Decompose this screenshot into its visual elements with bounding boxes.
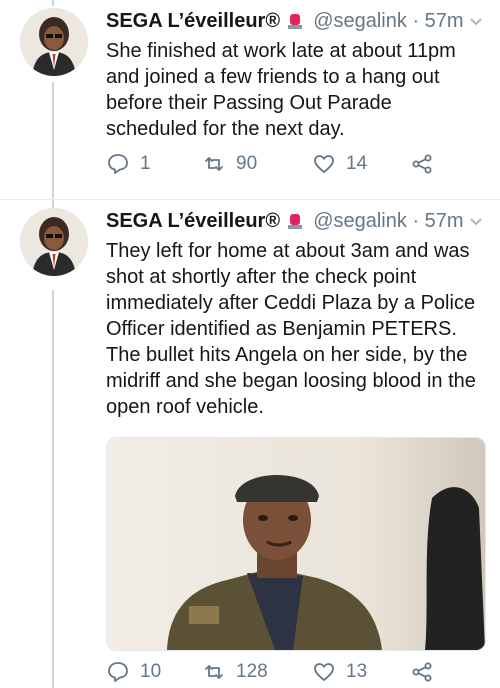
tweet-text-line: shot at shortly after the check point: [106, 266, 417, 288]
like-count: 14: [346, 153, 368, 174]
display-name[interactable]: SEGA L’éveilleur®: [106, 210, 280, 232]
share-icon: [412, 662, 432, 682]
chevron-down-icon[interactable]: [468, 214, 484, 230]
tweet-text-line: The bullet hits Angela on her side, by t…: [106, 344, 468, 366]
tweet-text-line: scheduled for the next day.: [106, 118, 345, 140]
tweet-text: They left for home at about 3am and was …: [106, 238, 488, 420]
tweet[interactable]: SEGA L’éveilleur® @segalink · 57m She fi…: [0, 8, 500, 196]
tweet-actions: 10 128 13: [106, 659, 486, 685]
thread-connector-top: [52, 0, 54, 6]
tweet-divider: [0, 199, 500, 200]
siren-badge-icon: [287, 212, 302, 229]
retweet-icon: [205, 157, 223, 171]
reply-button[interactable]: 1: [106, 151, 151, 177]
reply-count: 1: [140, 153, 151, 174]
reply-button[interactable]: 10: [106, 659, 161, 685]
share-button[interactable]: [410, 151, 444, 177]
photo-image: [107, 438, 485, 650]
like-button[interactable]: 14: [312, 151, 367, 177]
like-button[interactable]: 13: [312, 659, 367, 685]
siren-badge-icon: [287, 12, 302, 29]
tweet-text-line: and joined a few friends to a hang out: [106, 66, 440, 88]
heart-icon: [314, 663, 334, 681]
handle[interactable]: @segalink: [313, 10, 407, 32]
heart-icon: [314, 155, 334, 173]
timestamp[interactable]: 57m: [425, 210, 464, 232]
tweet-text: She finished at work late at about 11pm …: [106, 38, 488, 142]
timestamp[interactable]: 57m: [425, 10, 464, 32]
display-name[interactable]: SEGA L’éveilleur®: [106, 10, 280, 32]
tweet-text-line: immediately after Ceddi Plaza by a Polic…: [106, 292, 476, 314]
tweet-text-line: Officer identified as Benjamin PETERS.: [106, 318, 457, 340]
tweet-header: SEGA L’éveilleur® @segalink · 57m: [106, 210, 464, 233]
retweet-button[interactable]: 128: [202, 659, 268, 685]
retweet-count: 128: [236, 661, 268, 682]
share-button[interactable]: [410, 659, 444, 685]
retweet-button[interactable]: 90: [202, 151, 257, 177]
tweet-text-line: open roof vehicle.: [106, 396, 264, 418]
like-count: 13: [346, 661, 368, 682]
separator: ·: [412, 10, 420, 32]
handle[interactable]: @segalink: [313, 210, 407, 232]
separator: ·: [412, 210, 420, 232]
avatar-image: [20, 208, 88, 276]
tweet-text-line: before their Passing Out Parade: [106, 92, 392, 114]
avatar[interactable]: [20, 208, 88, 276]
tweet-text-line: They left for home at about 3am and was: [106, 240, 470, 262]
tweet-text-line: She finished at work late at about 11pm: [106, 40, 456, 62]
tweet-text-line: midriff and she began loosing blood in t…: [106, 370, 476, 392]
reply-icon: [108, 662, 128, 682]
tweet-header: SEGA L’éveilleur® @segalink · 57m: [106, 10, 464, 33]
retweet-icon: [205, 665, 223, 679]
share-icon: [412, 154, 432, 174]
tweet-actions: 1 90 14: [106, 151, 486, 177]
tweet[interactable]: SEGA L’éveilleur® @segalink · 57m They l…: [0, 208, 500, 688]
retweet-count: 90: [236, 153, 258, 174]
reply-count: 10: [140, 661, 162, 682]
attached-photo[interactable]: [106, 437, 486, 651]
avatar[interactable]: [20, 8, 88, 76]
reply-icon: [108, 154, 128, 174]
avatar-image: [20, 8, 88, 76]
chevron-down-icon[interactable]: [468, 14, 484, 30]
